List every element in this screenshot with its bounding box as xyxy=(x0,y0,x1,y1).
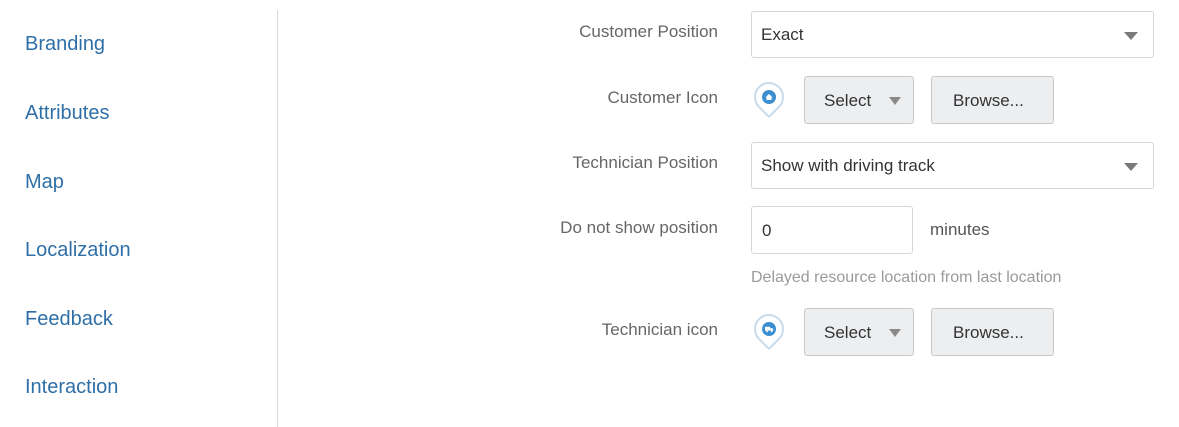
chevron-down-icon xyxy=(889,97,901,105)
sidebar-item-map[interactable]: Map xyxy=(25,170,64,194)
customer-icon-browse-button[interactable]: Browse... xyxy=(931,76,1054,124)
home-pin-icon xyxy=(747,75,791,119)
sidebar-divider xyxy=(277,10,278,427)
sidebar-item-localization[interactable]: Localization xyxy=(25,238,131,262)
customer-position-select[interactable]: Exact xyxy=(751,11,1154,58)
customer-icon-select-button[interactable]: Select xyxy=(804,76,914,124)
customer-icon-label: Customer Icon xyxy=(607,88,718,107)
technician-position-value: Show with driving track xyxy=(761,156,935,175)
select-label: Select xyxy=(824,323,872,342)
sidebar-item-attributes[interactable]: Attributes xyxy=(25,101,109,125)
do-not-show-position-input[interactable]: 0 xyxy=(751,206,913,254)
technician-icon-select-button[interactable]: Select xyxy=(804,308,914,356)
technician-icon-label: Technician icon xyxy=(601,320,718,339)
truck-pin-icon xyxy=(747,307,791,351)
chevron-down-icon xyxy=(889,329,901,337)
settings-sidebar: Branding Attributes Map Localization Fee… xyxy=(0,0,278,427)
customer-position-label: Customer Position xyxy=(579,22,718,41)
sidebar-item-interaction[interactable]: Interaction xyxy=(25,375,118,399)
browse-label: Browse... xyxy=(953,323,1024,342)
chevron-down-icon xyxy=(1124,32,1138,40)
customer-position-value: Exact xyxy=(761,25,804,44)
do-not-show-position-label: Do not show position xyxy=(560,218,718,237)
sidebar-item-feedback[interactable]: Feedback xyxy=(25,307,113,331)
select-label: Select xyxy=(824,91,872,110)
technician-position-label: Technician Position xyxy=(572,153,718,172)
technician-position-select[interactable]: Show with driving track xyxy=(751,142,1154,189)
chevron-down-icon xyxy=(1124,163,1138,171)
sidebar-item-branding[interactable]: Branding xyxy=(25,32,105,56)
do-not-show-position-value: 0 xyxy=(762,221,772,240)
delay-hint-text: Delayed resource location from last loca… xyxy=(751,269,1062,286)
minutes-unit-label: minutes xyxy=(930,220,990,239)
technician-icon-browse-button[interactable]: Browse... xyxy=(931,308,1054,356)
browse-label: Browse... xyxy=(953,91,1024,110)
